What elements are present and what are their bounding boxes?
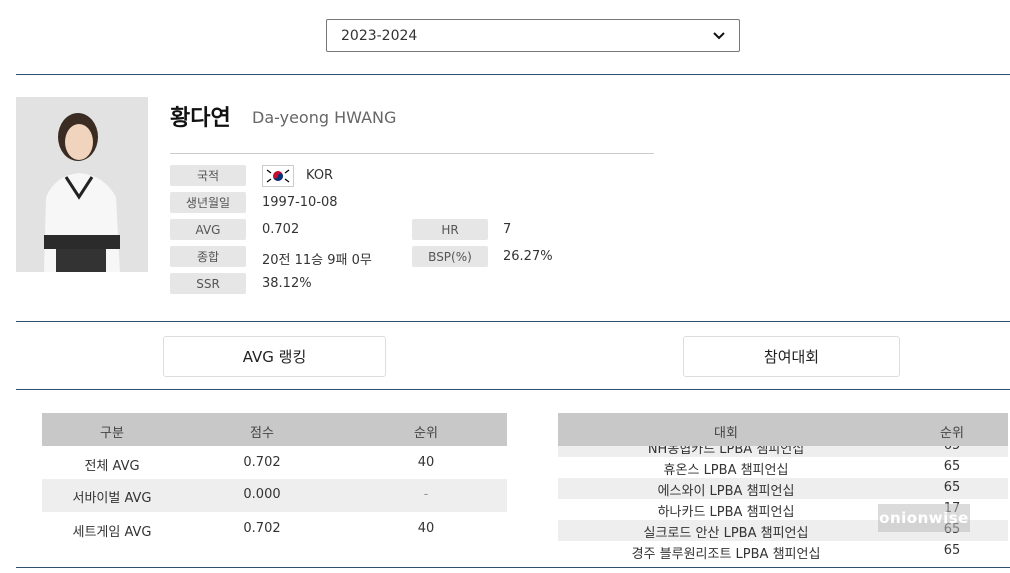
avg-row-rank: 40: [417, 455, 435, 470]
tab-tournaments[interactable]: 참여대회: [683, 336, 900, 377]
chevron-down-icon: [713, 29, 725, 43]
table-row: 서바이벌 AVG 0.000 -: [42, 479, 507, 512]
nationality-label: 국적: [170, 165, 246, 186]
player-name-ko: 황다연: [170, 106, 231, 131]
avg-header-rank: 순위: [414, 426, 438, 441]
tournament-name: 휴온스 LPBA 챔피언십: [663, 463, 789, 478]
nationality-value: KOR: [306, 168, 334, 183]
list-item: 경주 블루원리조트 LPBA 챔피언십 65: [558, 541, 1008, 562]
avg-row-score: 0.000: [243, 487, 281, 502]
bsp-value: 26.27%: [503, 249, 553, 264]
tournament-table-header: 대회 순위: [558, 413, 1008, 446]
player-name-en: Da-yeong HWANG: [252, 108, 397, 127]
avg-header-category: 구분: [100, 426, 124, 441]
tournament-rank: 65: [943, 480, 961, 495]
list-item: NH농협카드 LPBA 챔피언십 65: [558, 446, 1008, 457]
avg-row-category: 전체 AVG: [84, 459, 140, 474]
tournament-name: 에스와이 LPBA 챔피언십: [657, 484, 795, 499]
tournament-header-name: 대회: [714, 426, 738, 441]
tournament-name: 경주 블루원리조트 LPBA 챔피언십: [631, 547, 821, 562]
hr-value: 7: [503, 222, 512, 237]
korea-flag-icon: [262, 165, 294, 187]
avg-row-score: 0.702: [243, 455, 281, 470]
avg-row-rank: 40: [417, 521, 435, 536]
birth-value: 1997-10-08: [262, 195, 338, 210]
watermark-logo: onionwise: [878, 504, 970, 532]
bsp-label: BSP(%): [412, 246, 488, 267]
avg-row-category: 서바이벌 AVG: [72, 491, 152, 506]
ssr-value: 38.12%: [262, 276, 312, 291]
avg-row-score: 0.702: [243, 521, 281, 536]
tournament-name: 실크로드 안산 LPBA 챔피언십: [643, 526, 809, 541]
tournament-rank: 65: [943, 543, 961, 558]
avg-label: AVG: [170, 219, 246, 240]
avg-table-header: 구분 점수 순위: [42, 413, 507, 446]
record-label: 종합: [170, 246, 246, 267]
player-photo: [16, 97, 148, 272]
divider-bottom: [16, 567, 1010, 568]
name-divider: [170, 153, 654, 154]
ssr-label: SSR: [170, 273, 246, 294]
divider-tabs: [16, 389, 1010, 390]
tournament-name: NH농협카드 LPBA 챔피언십: [647, 446, 805, 457]
hr-label: HR: [412, 219, 488, 240]
tab-avg-ranking[interactable]: AVG 랭킹: [163, 336, 386, 377]
avg-row-rank: -: [423, 487, 429, 502]
tournament-name: 하나카드 LPBA 챔피언십: [657, 505, 795, 520]
list-item: 에스와이 LPBA 챔피언십 65: [558, 478, 1008, 499]
season-select-value: 2023-2024: [341, 27, 418, 44]
tournament-rank: 65: [943, 459, 961, 474]
avg-row-category: 세트게임 AVG: [72, 525, 152, 540]
tournament-rank: 65: [944, 446, 961, 453]
season-select[interactable]: 2023-2024: [326, 19, 740, 52]
avg-header-score: 점수: [250, 426, 274, 441]
record-value: 20전 11승 9패 0무: [262, 253, 372, 268]
divider-middle: [16, 321, 1010, 322]
birth-label: 생년월일: [170, 192, 246, 213]
tournament-header-rank: 순위: [940, 426, 964, 441]
avg-value: 0.702: [262, 222, 300, 237]
list-item: 휴온스 LPBA 챔피언십 65: [558, 457, 1008, 478]
divider-top: [16, 74, 1010, 75]
